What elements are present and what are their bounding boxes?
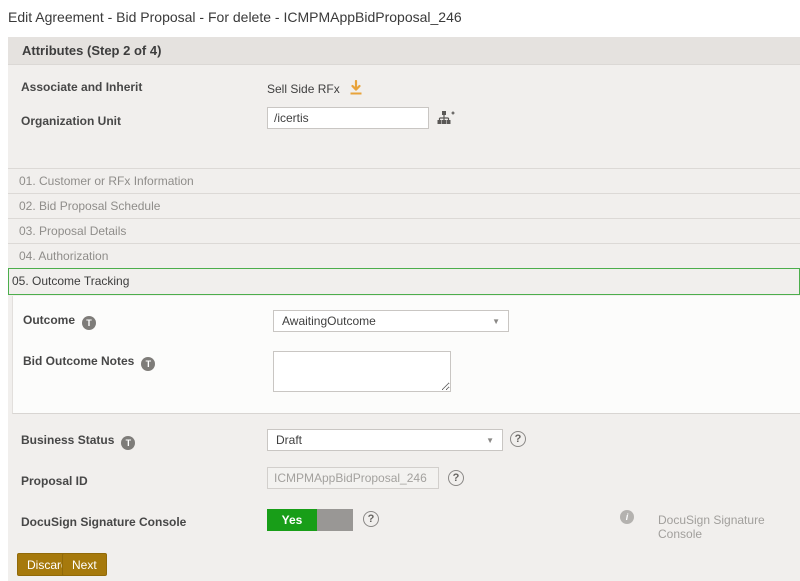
bid-outcome-notes-tooltip-icon[interactable]: T (141, 357, 155, 371)
docusign-toggle-track (317, 509, 353, 531)
docusign-label: DocuSign Signature Console (21, 515, 186, 529)
accordion-sections: 01. Customer or RFx Information 02. Bid … (8, 168, 800, 295)
download-icon[interactable] (348, 80, 364, 99)
business-status-select[interactable]: Draft ▼ (267, 429, 503, 451)
attributes-panel: Attributes (Step 2 of 4) Associate and I… (8, 37, 800, 581)
chevron-down-icon: ▼ (492, 317, 500, 326)
accordion-section-proposal-details[interactable]: 03. Proposal Details (8, 218, 800, 243)
organization-unit-label: Organization Unit (21, 114, 121, 128)
accordion-section-bid-proposal-schedule[interactable]: 02. Bid Proposal Schedule (8, 193, 800, 218)
bid-outcome-notes-label: Bid Outcome Notes T (23, 354, 155, 371)
proposal-id-help-icon[interactable]: ? (448, 470, 464, 486)
bid-outcome-notes-textarea[interactable] (273, 351, 451, 392)
page-title: Edit Agreement - Bid Proposal - For dele… (8, 9, 462, 25)
docusign-info-icon[interactable]: i (620, 510, 634, 524)
next-button[interactable]: Next (62, 553, 107, 576)
outcome-select[interactable]: AwaitingOutcome ▼ (273, 310, 509, 332)
panel-header: Attributes (Step 2 of 4) (8, 37, 800, 65)
associate-inherit-value-text: Sell Side RFx (267, 82, 340, 96)
associate-inherit-label: Associate and Inherit (21, 80, 142, 94)
proposal-id-input (267, 467, 439, 489)
outcome-tooltip-icon[interactable]: T (82, 316, 96, 330)
accordion-section-customer-rfx-info[interactable]: 01. Customer or RFx Information (8, 168, 800, 193)
docusign-toggle[interactable]: Yes (267, 509, 353, 531)
edit-agreement-page: Edit Agreement - Bid Proposal - For dele… (0, 0, 800, 581)
accordion-section-authorization[interactable]: 04. Authorization (8, 243, 800, 268)
accordion-section-outcome-tracking[interactable]: 05. Outcome Tracking (8, 268, 800, 295)
org-hierarchy-icon[interactable] (437, 110, 455, 132)
business-status-label-text: Business Status (21, 433, 114, 447)
business-status-tooltip-icon[interactable]: T (121, 436, 135, 450)
organization-unit-input[interactable] (267, 107, 429, 129)
docusign-toggle-on-label: Yes (267, 509, 317, 531)
business-status-label: Business Status T (21, 433, 135, 450)
outcome-label-text: Outcome (23, 313, 75, 327)
proposal-id-label: Proposal ID (21, 474, 88, 488)
docusign-help-icon[interactable]: ? (363, 511, 379, 527)
outcome-select-value: AwaitingOutcome (282, 314, 376, 328)
business-status-select-value: Draft (276, 433, 302, 447)
outcome-tracking-content: Outcome T AwaitingOutcome ▼ Bid Outcome N… (12, 296, 800, 414)
bid-outcome-notes-label-text: Bid Outcome Notes (23, 354, 134, 368)
business-status-help-icon[interactable]: ? (510, 431, 526, 447)
chevron-down-icon: ▼ (486, 436, 494, 445)
associate-inherit-value: Sell Side RFx (267, 80, 364, 99)
outcome-label: Outcome T (23, 313, 96, 330)
docusign-info-text: DocuSign Signature Console (658, 513, 800, 541)
